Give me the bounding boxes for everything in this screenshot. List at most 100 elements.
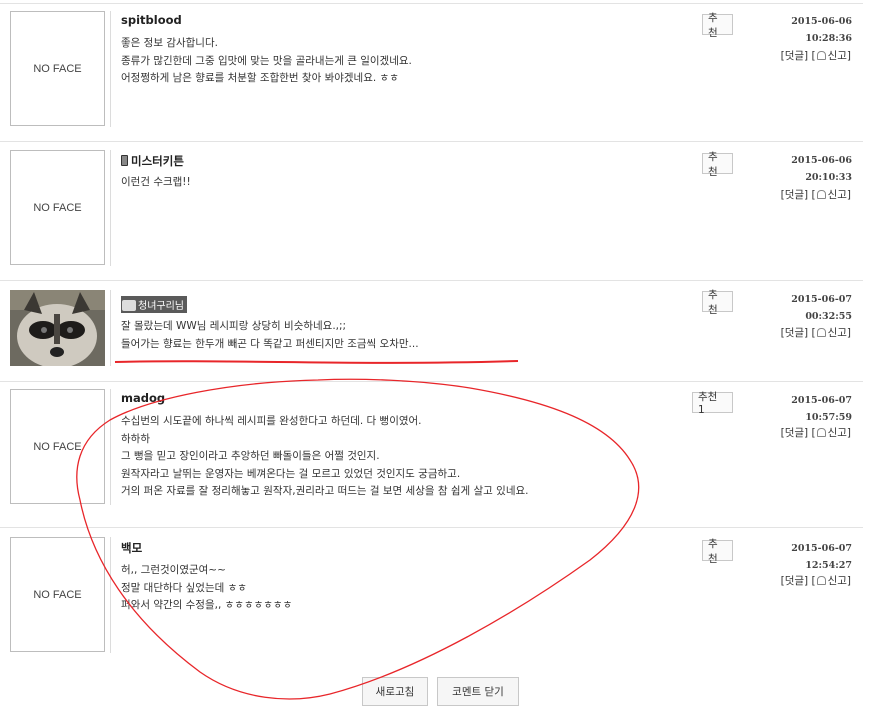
comment-line: 허,, 그런것이였군여~~ [121,564,226,576]
author-name: 미스터키튼 [131,154,184,168]
top-divider [0,3,863,4]
comment-time: 00:32:55 [805,310,852,322]
comment-divider [0,381,863,382]
reply-link[interactable]: [덧글] [781,575,809,587]
comment-line: 수십번의 시도끝에 하나씩 레시피를 완성한다고 하던데. 다 뻥이였어. [121,415,422,427]
red-underline [114,360,519,364]
avatar: NO FACE [10,389,105,504]
comment-date: 2015-06-07 [791,294,852,305]
comment-line: 그 뻥을 믿고 장인이라고 추앙하던 빠돌이들은 어쩔 것인지. [121,450,380,462]
avatar: NO FACE [10,537,105,652]
siren-icon [816,328,826,337]
comment-actions: [덧글] [ 신고] [781,425,851,440]
comment-body: 이런건 수크랩!! [121,174,681,192]
report-bracket: [ [811,189,816,201]
siren-icon [816,190,826,199]
refresh-button[interactable]: 새로고침 [362,677,428,706]
report-label: 신고] [827,327,851,339]
comment-timestamp: 2015-06-07 00:32:55 [791,292,852,325]
recommend-button[interactable]: 추천 [702,289,733,316]
comment-line: 퍼와서 약간의 수정을,, ㅎㅎㅎㅎㅎㅎㅎ [121,599,293,611]
reply-link[interactable]: [덧글] [781,50,809,62]
comment-line: 종류가 많긴한데 그중 입맛에 맞는 맛을 골라내는게 큰 일이겠네요. [121,54,412,67]
comment-actions: [덧글] [ 신고] [781,187,851,202]
comment-timestamp: 2015-06-06 10:28:36 [791,14,852,47]
report-label: 신고] [827,50,851,62]
comment-actions: [덧글] [ 신고] [781,48,851,63]
comment-divider [0,141,863,142]
avatar-placeholder-text: NO FACE [33,62,82,75]
reply-link[interactable]: [덧글] [781,327,809,339]
avatar [10,290,105,366]
comment-line: 좋은 정보 감사합니다. [121,37,218,49]
comment-timestamp: 2015-06-06 20:10:33 [791,153,852,186]
report-bracket: [ [811,327,816,339]
comment-date: 2015-06-07 [791,543,852,554]
reply-link[interactable]: [덧글] [781,189,809,201]
raccoon-icon [122,300,136,311]
recommend-button[interactable]: 추천 [702,12,733,39]
comment-body: 좋은 정보 감사합니다. 종류가 많긴한데 그중 입맛에 맞는 맛을 골라내는게… [121,35,681,88]
comment-time: 20:10:33 [805,171,852,183]
siren-icon [816,576,826,585]
recommend-button[interactable]: 추천 [702,538,733,565]
comment-line: 들어가는 향료는 한두개 빼곤 다 똑같고 퍼센티지만 조금씩 오차만... [121,337,419,350]
report-bracket: [ [811,575,816,587]
avatar: NO FACE [10,11,105,126]
comment-divider [0,280,863,281]
report-label: 신고] [827,427,851,439]
raccoon-avatar-image [10,290,105,366]
comment-body: 잘 몰랐는데 WW님 레시피랑 상당히 비슷하네요.,;; 들어가는 향료는 한… [121,318,681,353]
report-link[interactable]: [ 신고] [811,427,851,439]
comment-date: 2015-06-07 [791,395,852,406]
comment-line: 거의 퍼온 자료를 잘 정리해놓고 원작자,권리라고 떠드는 걸 보면 세상을 … [121,485,529,497]
avatar-placeholder-text: NO FACE [33,201,82,214]
comment-actions: [덧글] [ 신고] [781,325,851,340]
report-link[interactable]: [ 신고] [811,189,851,201]
avatar-placeholder-text: NO FACE [33,440,82,453]
report-bracket: [ [811,50,816,62]
divider [110,389,111,505]
comment-timestamp: 2015-06-07 12:54:27 [791,541,852,574]
comment-author[interactable]: madog [121,391,165,405]
recommend-button[interactable]: 추천 1 [692,391,733,416]
comment-author[interactable]: spitblood [121,13,182,27]
reply-link[interactable]: [덧글] [781,427,809,439]
report-link[interactable]: [ 신고] [811,327,851,339]
comment-date: 2015-06-06 [791,16,852,27]
comment-line: 어정쩡하게 남은 향료를 처분할 조합한번 찾아 봐야겠네요. ㅎㅎ [121,72,399,84]
comment-author[interactable]: 백모 [121,540,142,556]
siren-icon [816,51,826,60]
author-badge: 청녀구리님 [121,296,187,313]
report-label: 신고] [827,189,851,201]
recommend-button[interactable]: 추천 [702,151,733,178]
comment-author[interactable]: 청녀구리님 [121,296,187,313]
comment-date: 2015-06-06 [791,155,852,166]
divider [110,150,111,266]
divider [110,290,111,366]
comment-line: 하하하 [121,432,150,445]
siren-icon [816,428,826,437]
divider [110,11,111,127]
comment-line: 정말 대단하다 싶었는데 ㅎㅎ [121,581,247,594]
avatar: NO FACE [10,150,105,265]
report-label: 신고] [827,575,851,587]
report-link[interactable]: [ 신고] [811,575,851,587]
comment-time: 10:28:36 [805,32,852,44]
report-link[interactable]: [ 신고] [811,50,851,62]
author-name: 청녀구리님 [138,301,184,312]
avatar-placeholder-text: NO FACE [33,588,82,601]
comment-line: 이런건 수크랩!! [121,176,191,188]
close-comments-button[interactable]: 코멘트 닫기 [437,677,519,706]
comment-timestamp: 2015-06-07 10:57:59 [791,393,852,426]
divider [110,537,111,653]
comment-body: 수십번의 시도끝에 하나씩 레시피를 완성한다고 하던데. 다 뻥이였어. 하하… [121,413,681,501]
comment-line: 잘 몰랐는데 WW님 레시피랑 상당히 비슷하네요.,;; [121,320,347,332]
comment-time: 10:57:59 [805,411,852,423]
comment-actions: [덧글] [ 신고] [781,573,851,588]
comment-line: 원작자라고 날뛰는 운영자는 베껴온다는 걸 모르고 있었던 것인지도 궁금하고… [121,467,461,480]
comment-author[interactable]: 미스터키튼 [121,153,184,169]
report-bracket: [ [811,427,816,439]
mobile-icon [121,155,128,166]
comment-time: 12:54:27 [805,559,852,571]
